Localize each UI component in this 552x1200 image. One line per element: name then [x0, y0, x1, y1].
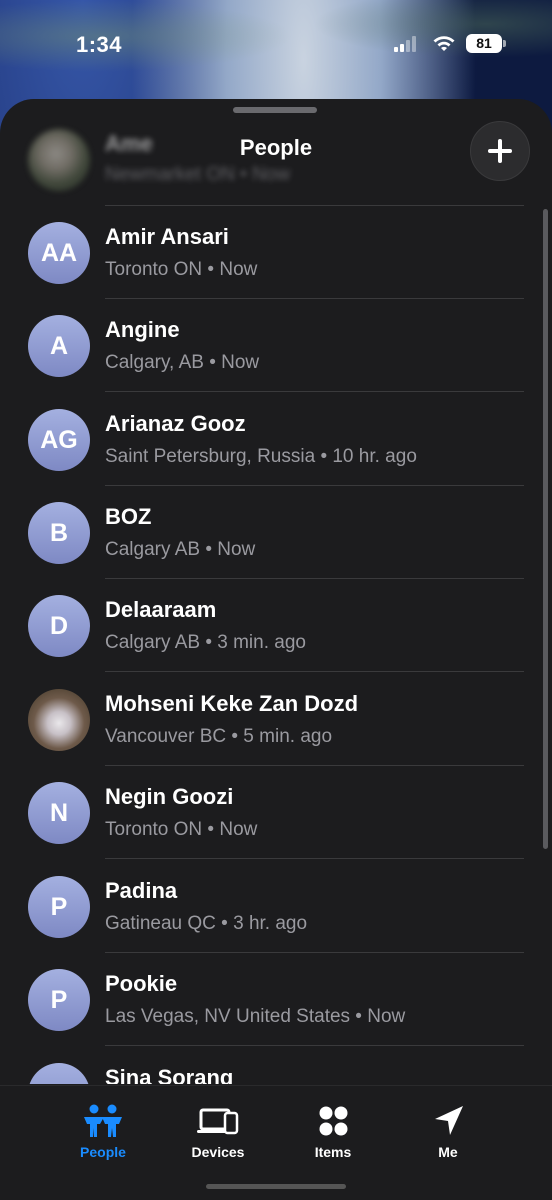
devices-icon: [197, 1108, 239, 1135]
list-item[interactable]: P Padina Gatineau QC • 3 hr. ago: [0, 860, 552, 953]
people-icon: [84, 1104, 122, 1137]
tab-me[interactable]: Me: [393, 1104, 503, 1160]
tab-label: Items: [314, 1144, 352, 1160]
avatar: SS: [28, 1063, 90, 1084]
person-location: Las Vegas, NV United States • Now: [105, 1006, 406, 1027]
tab-label: Me: [438, 1144, 458, 1160]
divider: [105, 858, 524, 859]
list-item[interactable]: P Pookie Las Vegas, NV United States • N…: [0, 953, 552, 1046]
tab-people[interactable]: People: [48, 1104, 158, 1160]
tab-label: People: [80, 1144, 126, 1160]
person-name: Arianaz Gooz: [105, 411, 246, 436]
people-sheet: Ame Newmarket ON • Now AA Amir Ansari To…: [0, 99, 552, 1200]
list-item[interactable]: SS Sina Sorang: [0, 1047, 552, 1084]
avatar: P: [28, 876, 90, 938]
person-name: Amir Ansari: [105, 224, 229, 249]
person-location: Saint Petersburg, Russia • 10 hr. ago: [105, 446, 417, 467]
divider: [105, 391, 524, 392]
find-my-screen: 1:34 81 Ame Newmarket ON • Now AA Amir A…: [0, 0, 552, 1200]
person-location: Calgary, AB • Now: [105, 352, 260, 373]
list-item[interactable]: A Angine Calgary, AB • Now: [0, 299, 552, 392]
person-location: Calgary AB • Now: [105, 539, 256, 560]
avatar: D: [28, 595, 90, 657]
tab-bar: People Devices Items Me: [0, 1085, 552, 1200]
avatar: P: [28, 969, 90, 1031]
location-arrow-icon: [435, 1106, 463, 1135]
person-location: Newmarket ON • Now: [105, 164, 291, 185]
avatar: N: [28, 782, 90, 844]
cellular-signal-icon: [394, 36, 416, 52]
tab-items[interactable]: Items: [278, 1104, 388, 1160]
person-name: BOZ: [105, 504, 152, 529]
person-name: Angine: [105, 317, 180, 342]
person-name: Sina Sorang: [105, 1065, 234, 1084]
person-location: Calgary AB • 3 min. ago: [105, 632, 306, 653]
plus-icon: [488, 139, 512, 163]
wifi-icon: [433, 36, 455, 51]
person-location: Vancouver BC • 5 min. ago: [105, 726, 333, 747]
list-item[interactable]: Mohseni Keke Zan Dozd Vancouver BC • 5 m…: [0, 673, 552, 766]
status-bar: 1:34 81: [0, 0, 552, 90]
divider: [105, 671, 524, 672]
scroll-indicator[interactable]: [543, 209, 548, 849]
list-item[interactable]: B BOZ Calgary AB • Now: [0, 486, 552, 579]
person-location: Toronto ON • Now: [105, 259, 258, 280]
status-time: 1:34: [76, 32, 123, 57]
person-name: Mohseni Keke Zan Dozd: [105, 691, 359, 716]
person-name: Negin Goozi: [105, 784, 234, 809]
avatar: AA: [28, 222, 90, 284]
divider: [105, 1045, 524, 1046]
sheet-grabber[interactable]: [233, 107, 317, 113]
avatar: AG: [28, 409, 90, 471]
add-button[interactable]: [470, 121, 530, 181]
avatar: A: [28, 315, 90, 377]
items-icon: [319, 1106, 348, 1136]
list-item[interactable]: N Negin Goozi Toronto ON • Now: [0, 766, 552, 859]
person-location: Toronto ON • Now: [105, 819, 258, 840]
home-indicator: [206, 1184, 346, 1189]
person-location: Gatineau QC • 3 hr. ago: [105, 913, 308, 934]
person-name: Pookie: [105, 971, 178, 996]
tab-label: Devices: [191, 1144, 245, 1160]
tab-devices[interactable]: Devices: [163, 1104, 273, 1160]
avatar-photo: [28, 689, 90, 751]
people-list[interactable]: Ame Newmarket ON • Now AA Amir Ansari To…: [0, 99, 552, 1084]
avatar: B: [28, 502, 90, 564]
list-item[interactable]: AA Amir Ansari Toronto ON • Now: [0, 206, 552, 299]
list-item[interactable]: AG Arianaz Gooz Saint Petersburg, Russia…: [0, 393, 552, 486]
list-item[interactable]: D Delaaraam Calgary AB • 3 min. ago: [0, 579, 552, 672]
person-name: Delaaraam: [105, 597, 217, 622]
battery-indicator: 81: [466, 34, 506, 53]
person-name: Padina: [105, 878, 178, 903]
